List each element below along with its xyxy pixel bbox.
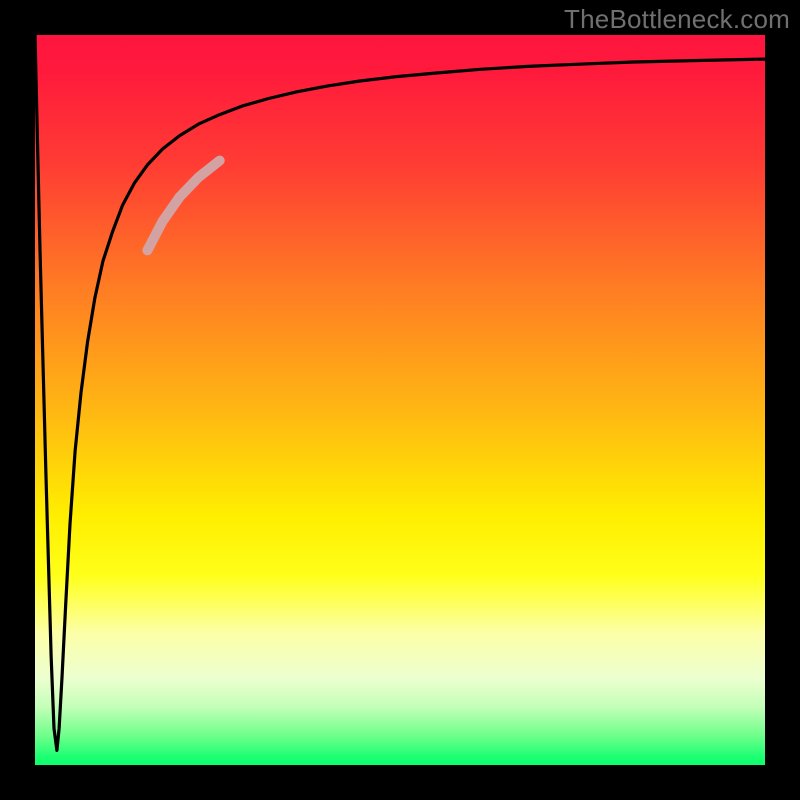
highlight-segment: [147, 161, 219, 251]
bottleneck-curve: [35, 35, 765, 750]
watermark-label: TheBottleneck.com: [564, 4, 790, 35]
curve-svg: [35, 35, 765, 765]
chart-frame: TheBottleneck.com: [0, 0, 800, 800]
plot-area: [35, 35, 765, 765]
